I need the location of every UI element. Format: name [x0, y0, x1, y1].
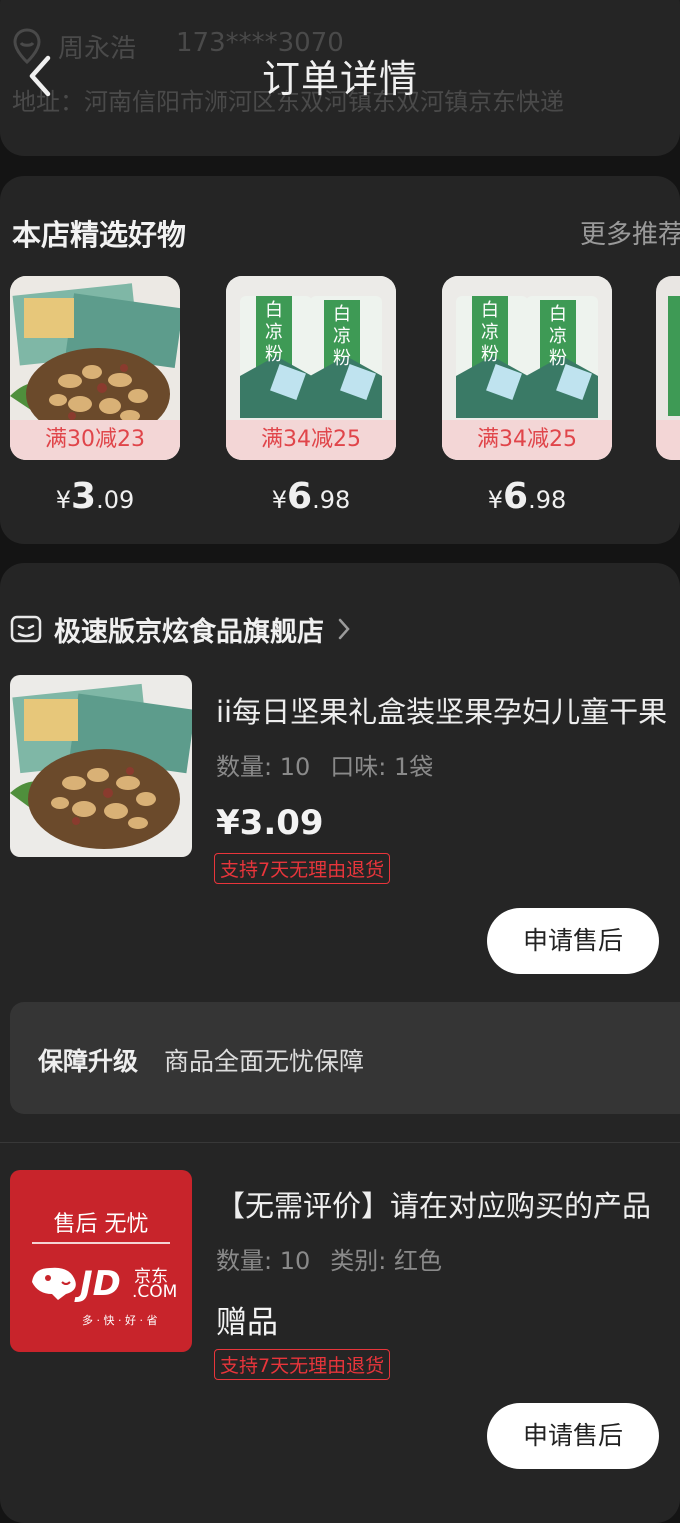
page-title: 订单详情 [261, 57, 418, 101]
product-spec: 类别: 红色 [330, 1247, 442, 1275]
store-link[interactable]: 极速版京炫食品旗舰店 [10, 609, 352, 649]
noodle-bag-label-char: 凉 [481, 322, 499, 343]
nav-bar: 订单详情 [0, 0, 680, 150]
recommend-item[interactable]: 白凉粉白凉粉 满34减25 ¥6.98 [226, 276, 396, 517]
recommend-price: ¥3.09 [55, 476, 135, 517]
product-title[interactable]: ii每日坚果礼盒装坚果孕妇儿童干果 [216, 689, 667, 731]
product-image-nuts: 满30减23 [10, 276, 180, 460]
product-spec: 口味: 1袋 [330, 753, 434, 781]
noodle-bag-label-char: 凉 [265, 322, 283, 343]
product-image-nuts[interactable] [10, 675, 192, 857]
product-title[interactable]: 【无需评价】请在对应购买的产品 [216, 1183, 651, 1225]
product-image-noodle: 白凉粉白凉粉 满34减25 [226, 276, 396, 460]
after-sales-button[interactable]: 申请售后 [487, 1403, 659, 1469]
recommend-price: ¥6.98 [271, 476, 351, 517]
product-quantity: 数量: 10 [216, 753, 311, 781]
recommend-item-partial[interactable] [656, 276, 680, 460]
recommend-title: 本店精选好物 [12, 218, 187, 252]
divider [0, 1142, 680, 1143]
discount-badge: 满34减25 [226, 420, 396, 460]
recommend-item[interactable]: 白凉粉白凉粉 满34减25 ¥6.98 [442, 276, 612, 517]
noodle-bag-label-char: 白 [333, 304, 351, 325]
noodle-bag-label-char: 白 [549, 304, 567, 325]
guarantee-text: 商品全面无忧保障 [164, 1047, 365, 1076]
jd-dog-logo-icon [32, 1267, 76, 1300]
product-price: ¥3.09 [216, 803, 324, 843]
noodle-bag-label-char: 粉 [333, 348, 351, 369]
noodle-bag-label-char: 粉 [265, 344, 283, 365]
product-meta: 数量: 10 口味: 1袋 [216, 747, 433, 782]
noodle-bag-label-char: 白 [481, 300, 499, 321]
order-section: 极速版京炫食品旗舰店 ii每日坚果礼盒装坚果孕妇儿童干果 数量: 10 口味: 1… [0, 563, 680, 1523]
noodle-bag-label-char: 凉 [333, 326, 351, 347]
product-image-noodle: 白凉粉白凉粉 满34减25 [442, 276, 612, 460]
product-quantity: 数量: 10 [216, 1247, 311, 1275]
noodle-bag-label-char: 粉 [481, 344, 499, 365]
product-image-noodle [656, 276, 680, 460]
discount-badge: 满34减25 [442, 420, 612, 460]
store-name: 极速版京炫食品旗舰店 [54, 616, 324, 648]
recommend-section: 本店精选好物 更多推荐 满30减23 ¥3.09 白 凉 粉 白 凉 粉 满34… [0, 176, 680, 544]
guarantee-title: 保障升级 [38, 1047, 139, 1076]
discount-badge-partial [656, 420, 680, 460]
product-gift-label: 赠品 [216, 1305, 278, 1341]
noodle-bag-label-char: 凉 [549, 326, 567, 347]
jd-card-line [32, 1242, 170, 1244]
jd-logo-domain: .COM [132, 1282, 178, 1302]
guarantee-banner[interactable]: 保障升级 商品全面无忧保障 [10, 1002, 680, 1114]
product-image-jd-gift[interactable]: 售后 无忧 JD 京东 .COM 多 · 快 · 好 · 省 [10, 1170, 192, 1352]
recommend-item[interactable]: 满30减23 ¥3.09 [10, 276, 180, 517]
product-meta: 数量: 10 类别: 红色 [216, 1241, 442, 1276]
return-policy-tag: 支持7天无理由退货 [214, 853, 391, 884]
store-icon [10, 615, 42, 643]
noodle-bag-label-char: 白 [265, 300, 283, 321]
jd-logo-text: JD [80, 1264, 121, 1304]
chevron-right-icon [338, 618, 350, 640]
discount-badge: 满30减23 [10, 420, 180, 460]
jd-card-slogan-top: 售后 无忧 [53, 1212, 149, 1237]
after-sales-button[interactable]: 申请售后 [487, 908, 659, 974]
jd-logo-slogan: 多 · 快 · 好 · 省 [82, 1314, 158, 1327]
noodle-bag-label-char: 粉 [549, 348, 567, 369]
more-recommend-link[interactable]: 更多推荐 [580, 214, 680, 251]
return-policy-tag: 支持7天无理由退货 [214, 1349, 391, 1380]
recommend-price: ¥6.98 [487, 476, 567, 517]
